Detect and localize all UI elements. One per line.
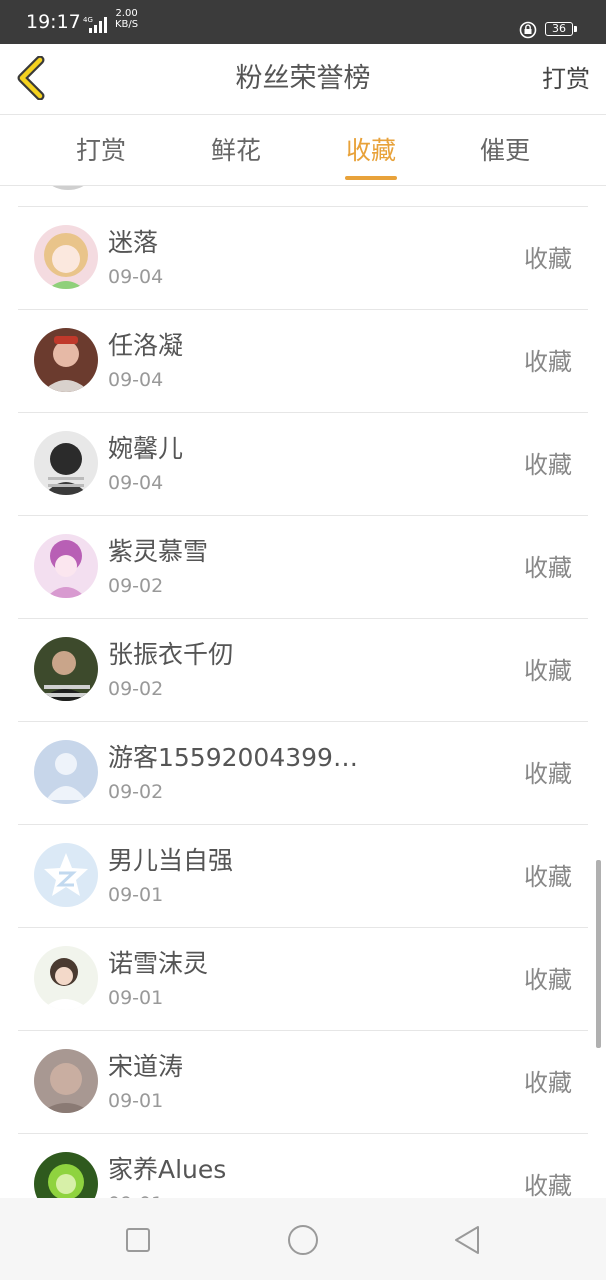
header: 粉丝荣誉榜 打赏	[0, 44, 606, 115]
fan-action: 收藏	[524, 657, 572, 685]
list-item[interactable]: 家养Alues 09-01 收藏	[0, 1134, 606, 1198]
fan-name: 紫灵慕雪	[108, 537, 209, 566]
reward-button[interactable]: 打赏	[542, 63, 590, 95]
active-tab-indicator	[345, 176, 397, 180]
fan-date: 09-04	[108, 369, 164, 391]
fan-date: 09-04	[108, 266, 164, 288]
fan-action: 收藏	[524, 245, 572, 273]
fan-name: 游客15592004399…	[108, 743, 358, 772]
network-speed: 2.00 KB/S	[115, 8, 138, 30]
tab-urge-update[interactable]: 催更	[470, 135, 540, 167]
list-item[interactable]: 迷落 09-04 收藏	[0, 207, 606, 309]
rotation-lock-icon	[519, 21, 537, 39]
fan-date: 09-02	[108, 781, 164, 803]
system-nav-bar	[0, 1198, 606, 1280]
fan-date: 09-04	[108, 472, 164, 494]
tab-flowers[interactable]: 鲜花	[201, 135, 271, 167]
fan-action: 收藏	[524, 348, 572, 376]
avatar	[34, 946, 98, 1010]
speed-unit: KB/S	[115, 19, 139, 30]
fan-action: 收藏	[524, 1172, 572, 1198]
avatar	[34, 534, 98, 598]
fan-list[interactable]: 迷落 09-04 收藏 任洛凝 09-04 收藏 婉馨儿 09-04 收藏 紫灵…	[0, 186, 606, 1198]
list-item[interactable]: 诺雪沫灵 09-01 收藏	[0, 928, 606, 1030]
fan-name: 婉馨儿	[108, 434, 184, 463]
tab-bar: 打赏 鲜花 收藏 催更	[0, 115, 606, 186]
fan-name: 张振衣千仞	[108, 640, 234, 669]
list-item[interactable]: 张振衣千仞 09-02 收藏	[0, 619, 606, 721]
avatar	[34, 431, 98, 495]
recent-apps-square-icon[interactable]	[120, 1222, 156, 1258]
fan-name: 宋道涛	[108, 1052, 184, 1081]
list-item[interactable]: 任洛凝 09-04 收藏	[0, 310, 606, 412]
home-circle-icon[interactable]	[285, 1222, 321, 1258]
tab-reward[interactable]: 打赏	[66, 135, 136, 167]
status-bar: 19:17 4G 2.00 KB/S 36	[0, 0, 606, 44]
speed-value: 2.00	[115, 8, 138, 19]
list-item[interactable]: 紫灵慕雪 09-02 收藏	[0, 516, 606, 618]
page-title: 粉丝荣誉榜	[235, 63, 371, 94]
fan-name: 诺雪沫灵	[108, 949, 209, 978]
list-item[interactable]: 男儿当自强 09-01 收藏	[0, 825, 606, 927]
fan-name: 男儿当自强	[108, 846, 234, 875]
list-item[interactable]: 宋道涛 09-01 收藏	[0, 1031, 606, 1133]
avatar	[34, 225, 98, 289]
scrollbar[interactable]	[596, 860, 601, 1048]
qzone-star-icon	[34, 843, 98, 907]
fan-action: 收藏	[524, 863, 572, 891]
battery-level: 36	[552, 22, 566, 35]
fan-date: 09-01	[108, 987, 164, 1009]
avatar	[34, 328, 98, 392]
fan-action: 收藏	[524, 554, 572, 582]
signal-icon: 4G	[83, 16, 107, 33]
tab-favorites[interactable]: 收藏	[336, 135, 406, 167]
avatar	[36, 186, 100, 190]
fan-action: 收藏	[524, 451, 572, 479]
avatar	[34, 1152, 98, 1198]
fan-name: 家养Alues	[108, 1155, 227, 1184]
fan-action: 收藏	[524, 966, 572, 994]
back-triangle-icon[interactable]	[450, 1222, 486, 1258]
avatar	[34, 637, 98, 701]
list-item[interactable]: 婉馨儿 09-04 收藏	[0, 413, 606, 515]
fan-date: 09-02	[108, 678, 164, 700]
fan-action: 收藏	[524, 1069, 572, 1097]
status-time: 19:17	[26, 11, 81, 33]
battery-icon: 36	[545, 22, 577, 36]
fan-date: 09-01	[108, 1090, 164, 1112]
fan-name: 迷落	[108, 228, 159, 257]
list-item[interactable]: 游客15592004399… 09-02 收藏	[0, 722, 606, 824]
avatar	[34, 1049, 98, 1113]
default-avatar-icon	[34, 740, 98, 804]
fan-date: 09-01	[108, 884, 164, 906]
network-label: 4G	[83, 16, 93, 24]
fan-date: 09-02	[108, 575, 164, 597]
fan-name: 任洛凝	[108, 331, 184, 360]
fan-action: 收藏	[524, 760, 572, 788]
